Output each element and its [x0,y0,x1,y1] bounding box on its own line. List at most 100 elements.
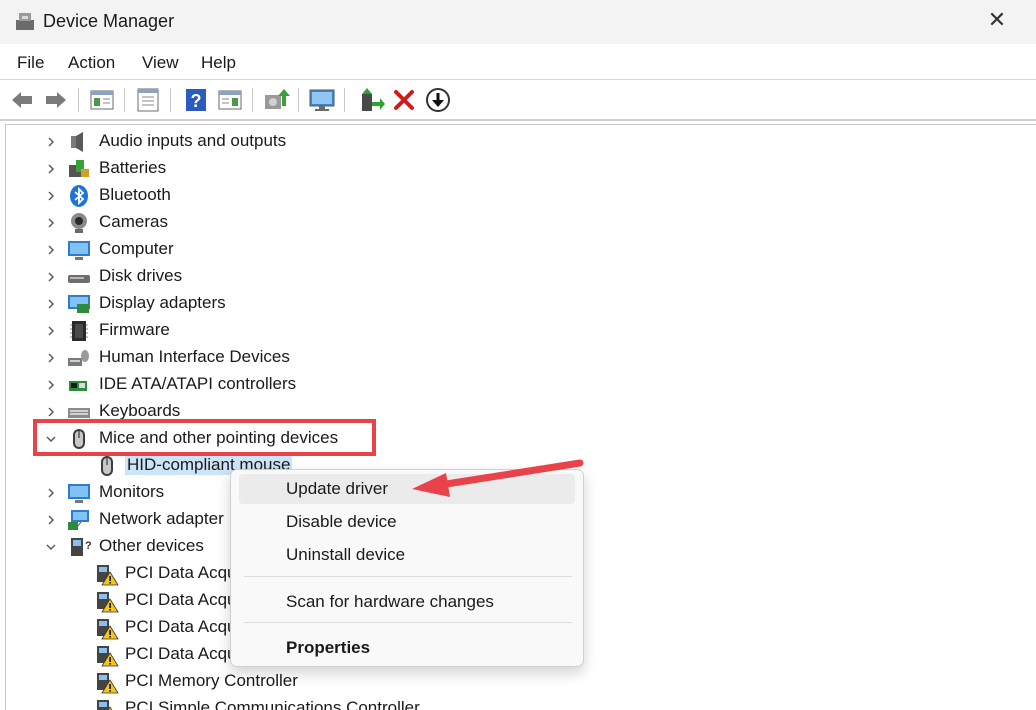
network-adapter-icon [68,510,89,530]
tree-item-label: Bluetooth [99,185,171,204]
tree-item-label: Display adapters [99,293,226,312]
chevron-right-icon[interactable] [44,513,58,527]
download-icon[interactable] [424,86,452,114]
back-icon[interactable] [8,86,36,114]
monitor-icon [68,484,90,503]
chevron-right-icon[interactable] [44,189,58,203]
chevron-right-icon[interactable] [44,297,58,311]
chevron-right-icon[interactable] [44,378,58,392]
tree-item-label: PCI Data Acqu [125,644,237,663]
menu-action[interactable]: Action [68,53,115,73]
unknown-device-icon: ? [71,538,91,556]
chevron-down-icon[interactable] [44,540,58,554]
menu-separator [244,622,572,623]
tree-item-label: Network adapter [99,509,224,528]
tree-item-pci-memory-controller[interactable]: PCI Memory Controller [6,668,1006,695]
chevron-right-icon[interactable] [44,405,58,419]
scan-monitor-icon[interactable] [308,86,336,114]
properties-menu-item[interactable]: Properties [239,633,575,663]
disk-drive-icon [68,275,90,283]
tree-item-label: Monitors [99,482,165,501]
scan-hardware-menu-item[interactable]: Scan for hardware changes [239,587,575,617]
tree-item-label: Human Interface Devices [99,347,290,366]
uninstall-device-menu-item[interactable]: Uninstall device [239,540,575,570]
tree-item-label: Disk drives [99,266,183,285]
tree-item-label: Audio inputs and outputs [99,131,287,150]
menu-item-label: Scan for hardware changes [286,592,494,611]
tree-item-human-interface-devices[interactable]: Human Interface Devices [6,344,1006,371]
menu-item-label: Update driver [286,479,389,498]
chevron-right-icon[interactable] [44,351,58,365]
toolbar: ? [0,81,1036,121]
bluetooth-icon [70,185,88,207]
tree-item-label: Keyboards [99,401,181,420]
menu-separator [244,576,572,577]
window-title: Device Manager [43,11,175,31]
title-bar: Device Manager ✕ [0,0,1036,44]
action-pane-icon[interactable] [216,86,244,114]
display-adapter-icon [68,295,90,313]
add-driver-icon[interactable] [358,86,386,114]
tree-item-disk-drives[interactable]: Disk drives [6,263,1006,290]
chevron-right-icon[interactable] [44,216,58,230]
warning-device-icon [97,619,119,640]
mouse-icon [101,456,113,476]
firmware-icon [70,321,88,341]
chevron-right-icon[interactable] [44,243,58,257]
forward-icon[interactable] [42,86,70,114]
tree-item-audio[interactable]: Audio inputs and outputs [6,128,1006,155]
tree-item-label: Batteries [99,158,167,177]
tree-item-bluetooth[interactable]: Bluetooth [6,182,1006,209]
hid-icon [68,350,89,366]
chevron-right-icon[interactable] [44,270,58,284]
show-hide-tree-icon[interactable] [88,86,116,114]
tree-item-label: PCI Data Acqu [125,617,237,636]
warning-device-icon [97,700,113,710]
speaker-icon [71,132,83,152]
tree-item-ide-controllers[interactable]: IDE ATA/ATAPI controllers [6,371,1006,398]
svg-text:?: ? [191,91,202,111]
tree-item-computer[interactable]: Computer [6,236,1006,263]
warning-device-icon [97,592,119,613]
menu-file[interactable]: File [17,53,44,73]
warning-device-icon [97,565,119,586]
tree-item-label: PCI Simple Communications Controller [125,698,420,710]
update-driver-icon[interactable] [262,86,290,114]
warning-device-icon [97,646,119,667]
tree-item-label: Computer [99,239,174,258]
tree-item-label: IDE ATA/ATAPI controllers [99,374,297,393]
menu-item-label: Properties [286,638,371,657]
uninstall-icon[interactable] [390,86,418,114]
menu-view[interactable]: View [142,53,179,73]
ide-controller-icon [69,381,87,391]
toolbar-separator [170,88,171,112]
camera-icon [71,213,87,233]
svg-text:?: ? [85,540,91,552]
computer-icon [68,241,90,260]
menu-help[interactable]: Help [201,53,236,73]
close-button[interactable]: ✕ [982,6,1012,34]
tree-item-cameras[interactable]: Cameras [6,209,1006,236]
tree-item-label: Firmware [99,320,170,339]
tree-item-pci-simple-communications-controller[interactable]: PCI Simple Communications Controller [6,695,1006,710]
chevron-right-icon[interactable] [44,162,58,176]
tree-item-label: Cameras [99,212,168,231]
tree-item-display-adapters[interactable]: Display adapters [6,290,1006,317]
annotation-highlight-box [33,419,376,456]
chevron-right-icon[interactable] [44,324,58,338]
disable-device-menu-item[interactable]: Disable device [239,507,575,537]
tree-item-batteries[interactable]: Batteries [6,155,1006,182]
chevron-right-icon[interactable] [44,135,58,149]
toolbar-separator [344,88,345,112]
menu-bar: File Action View Help [0,44,1036,80]
warning-device-icon [97,673,119,694]
toolbar-separator [124,88,125,112]
tree-item-firmware[interactable]: Firmware [6,317,1006,344]
properties-icon[interactable] [134,86,162,114]
toolbar-separator [252,88,253,112]
tree-item-label: PCI Data Acqu [125,563,237,582]
chevron-right-icon[interactable] [44,486,58,500]
toolbar-separator [298,88,299,112]
tree-item-label: PCI Memory Controller [125,671,298,690]
help-icon[interactable]: ? [182,86,210,114]
